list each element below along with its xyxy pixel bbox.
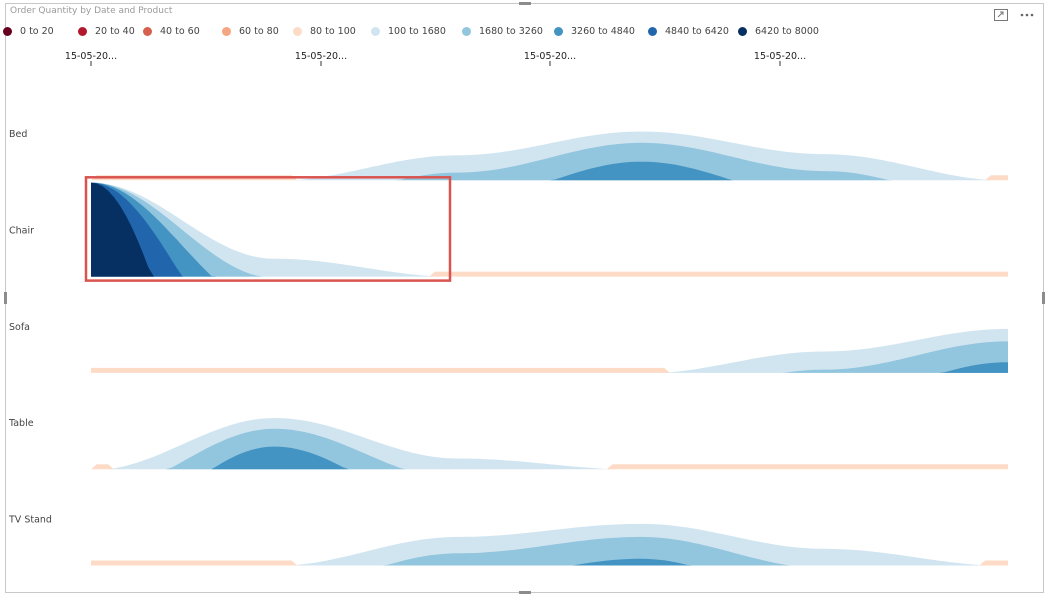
ribbon-sofa: [91, 328, 1008, 373]
category-label: TV Stand: [8, 514, 52, 525]
category-label: Sofa: [9, 322, 30, 333]
x-tick-label: 15-05-20...: [295, 51, 347, 62]
x-tick-label: 15-05-20...: [524, 51, 576, 62]
x-tick-label: 15-05-20...: [65, 51, 117, 62]
ribbon-tv-stand: [91, 523, 1008, 566]
category-label: Chair: [9, 225, 34, 236]
ribbon-chair: [91, 182, 1008, 277]
category-label: Bed: [9, 129, 27, 140]
category-label: Table: [8, 418, 34, 429]
chart-plot: 15-05-20... 15-05-20... 15-05-20... 15-05-2…: [8, 51, 1008, 566]
band-100-to-1680: [91, 182, 1008, 277]
ribbon-bed: [91, 131, 1008, 181]
x-tick-label: 15-05-20...: [754, 51, 806, 62]
ribbon-table: [91, 418, 1008, 470]
